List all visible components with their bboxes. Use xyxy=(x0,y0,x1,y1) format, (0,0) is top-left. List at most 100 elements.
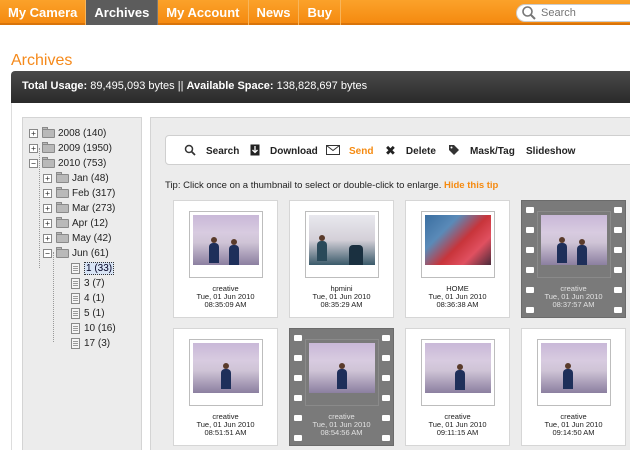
total-usage-value: 89,495,093 bytes || xyxy=(90,80,184,92)
slideshow-button[interactable]: Slideshow xyxy=(526,136,575,166)
film-perforation xyxy=(614,267,622,273)
tree-day-label[interactable]: 17 (3) xyxy=(84,338,110,349)
day-file-icon xyxy=(71,322,80,334)
tree-year-label[interactable]: 2008 (140) xyxy=(58,128,106,139)
folder-icon xyxy=(56,232,69,243)
film-perforation xyxy=(614,227,622,233)
tree-day-label[interactable]: 1 (33) xyxy=(84,261,115,275)
tree-day-label[interactable]: 5 (1) xyxy=(84,308,105,319)
collapse-icon[interactable]: − xyxy=(43,248,52,258)
film-perforation xyxy=(294,355,302,361)
tree-month-jun[interactable]: − Jun (61) xyxy=(43,246,109,260)
tree-month-label[interactable]: Jan (48) xyxy=(72,173,109,184)
tree-day-5[interactable]: 5 (1) xyxy=(71,306,105,320)
expand-icon[interactable]: + xyxy=(43,203,52,213)
total-usage-label: Total Usage: xyxy=(22,80,88,92)
tree-month-apr[interactable]: + Apr (12) xyxy=(43,216,108,230)
nav-archives[interactable]: Archives xyxy=(86,0,159,25)
tree-month-may[interactable]: + May (42) xyxy=(43,231,111,245)
tree-day-1[interactable]: 1 (33) xyxy=(71,261,115,275)
tree-day-4[interactable]: 4 (1) xyxy=(71,291,105,305)
tree-month-label[interactable]: May (42) xyxy=(72,233,111,244)
tree-month-label[interactable]: Apr (12) xyxy=(72,218,108,229)
tree-month-label[interactable]: Jun (61) xyxy=(72,248,109,259)
video-thumbnail-item[interactable]: creative Tue, 01 Jun 2010 08:54:56 AM xyxy=(289,328,394,446)
folder-icon xyxy=(56,172,69,183)
download-button[interactable]: Download xyxy=(250,136,318,166)
tree-day-label[interactable]: 4 (1) xyxy=(84,293,105,304)
thumbnail-time: 08:51:51 AM xyxy=(204,428,247,437)
download-icon xyxy=(250,144,260,159)
tree-month-mar[interactable]: + Mar (273) xyxy=(43,201,115,215)
delete-button[interactable]: ✖ Delete xyxy=(385,136,436,166)
film-perforation xyxy=(526,207,534,213)
top-nav-bar: My Camera Archives My Account News Buy xyxy=(0,0,630,25)
delete-x-icon: ✖ xyxy=(385,143,396,158)
tree-month-label[interactable]: Mar (273) xyxy=(72,203,115,214)
folder-icon xyxy=(56,202,69,213)
available-space-value: 138,828,697 bytes xyxy=(276,80,368,92)
tree-year-label[interactable]: 2010 (753) xyxy=(58,158,106,169)
thumbnail-image xyxy=(309,215,375,265)
archive-tree: + 2008 (140) + 2009 (1950) − 2010 (753) … xyxy=(22,117,142,450)
tree-month-label[interactable]: Feb (317) xyxy=(72,188,115,199)
nav-news[interactable]: News xyxy=(249,0,300,25)
search-button[interactable]: Search xyxy=(184,136,239,166)
thumbnail-item[interactable]: creative Tue, 01 Jun 2010 08:51:51 AM xyxy=(173,328,278,446)
folder-open-icon xyxy=(56,247,69,258)
hide-tip-link[interactable]: Hide this tip xyxy=(444,180,498,191)
collapse-icon[interactable]: − xyxy=(29,158,38,168)
thumbnail-item[interactable]: creative Tue, 01 Jun 2010 09:14:50 AM xyxy=(521,328,626,446)
nav-buy[interactable]: Buy xyxy=(299,0,342,25)
tree-day-label[interactable]: 10 (16) xyxy=(84,323,116,334)
tree-year-2008[interactable]: + 2008 (140) xyxy=(29,126,106,140)
thumbnail-panel: Search Download Send ✖ Delete Mask/Tag S… xyxy=(150,117,630,450)
tree-month-jan[interactable]: + Jan (48) xyxy=(43,171,109,185)
envelope-icon xyxy=(326,144,340,158)
film-perforation xyxy=(614,207,622,213)
slideshow-button-label: Slideshow xyxy=(526,145,576,157)
expand-icon[interactable]: + xyxy=(43,233,52,243)
search-icon[interactable] xyxy=(521,5,539,21)
tree-year-2010[interactable]: − 2010 (753) xyxy=(29,156,106,170)
folder-open-icon xyxy=(42,157,55,168)
tree-year-label[interactable]: 2009 (1950) xyxy=(58,143,112,154)
tree-month-feb[interactable]: + Feb (317) xyxy=(43,186,115,200)
thumbnail-image xyxy=(541,215,607,265)
tree-day-10[interactable]: 10 (16) xyxy=(71,321,116,335)
expand-icon[interactable]: + xyxy=(43,173,52,183)
action-toolbar: Search Download Send ✖ Delete Mask/Tag S… xyxy=(165,135,630,165)
thumbnail-image xyxy=(541,343,607,393)
tree-day-17[interactable]: 17 (3) xyxy=(71,336,110,350)
expand-icon[interactable]: + xyxy=(29,143,38,153)
film-perforation xyxy=(382,375,390,381)
expand-icon[interactable]: + xyxy=(43,218,52,228)
mask-tag-button[interactable]: Mask/Tag xyxy=(448,136,515,166)
site-search[interactable] xyxy=(516,4,630,22)
thumbnail-item[interactable]: hpmini Tue, 01 Jun 2010 08:35:29 AM xyxy=(289,200,394,318)
film-perforation xyxy=(614,247,622,253)
thumbnail-item[interactable]: creative Tue, 01 Jun 2010 08:35:09 AM xyxy=(173,200,278,318)
film-perforation xyxy=(382,395,390,401)
main-nav: My Camera Archives My Account News Buy xyxy=(0,0,342,25)
video-thumbnail-item[interactable]: creative Tue, 01 Jun 2010 08:37:57 AM xyxy=(521,200,626,318)
expand-icon[interactable]: + xyxy=(43,188,52,198)
send-button-label: Send xyxy=(349,145,374,157)
nav-my-account[interactable]: My Account xyxy=(158,0,249,25)
day-file-icon xyxy=(71,292,80,304)
send-button[interactable]: Send xyxy=(326,136,373,166)
usage-bar: Total Usage: 89,495,093 bytes || Availab… xyxy=(11,71,630,103)
nav-my-camera[interactable]: My Camera xyxy=(0,0,87,25)
tree-day-3[interactable]: 3 (7) xyxy=(71,276,105,290)
tree-day-label[interactable]: 3 (7) xyxy=(84,278,105,289)
film-perforation xyxy=(294,395,302,401)
search-input[interactable] xyxy=(541,7,630,19)
film-perforation xyxy=(526,267,534,273)
tree-year-2009[interactable]: + 2009 (1950) xyxy=(29,141,112,155)
film-perforation xyxy=(294,375,302,381)
expand-icon[interactable]: + xyxy=(29,128,38,138)
thumbnail-image xyxy=(193,215,259,265)
folder-icon xyxy=(42,142,55,153)
thumbnail-item[interactable]: creative Tue, 01 Jun 2010 09:11:15 AM xyxy=(405,328,510,446)
thumbnail-item[interactable]: HOME Tue, 01 Jun 2010 08:36:38 AM xyxy=(405,200,510,318)
